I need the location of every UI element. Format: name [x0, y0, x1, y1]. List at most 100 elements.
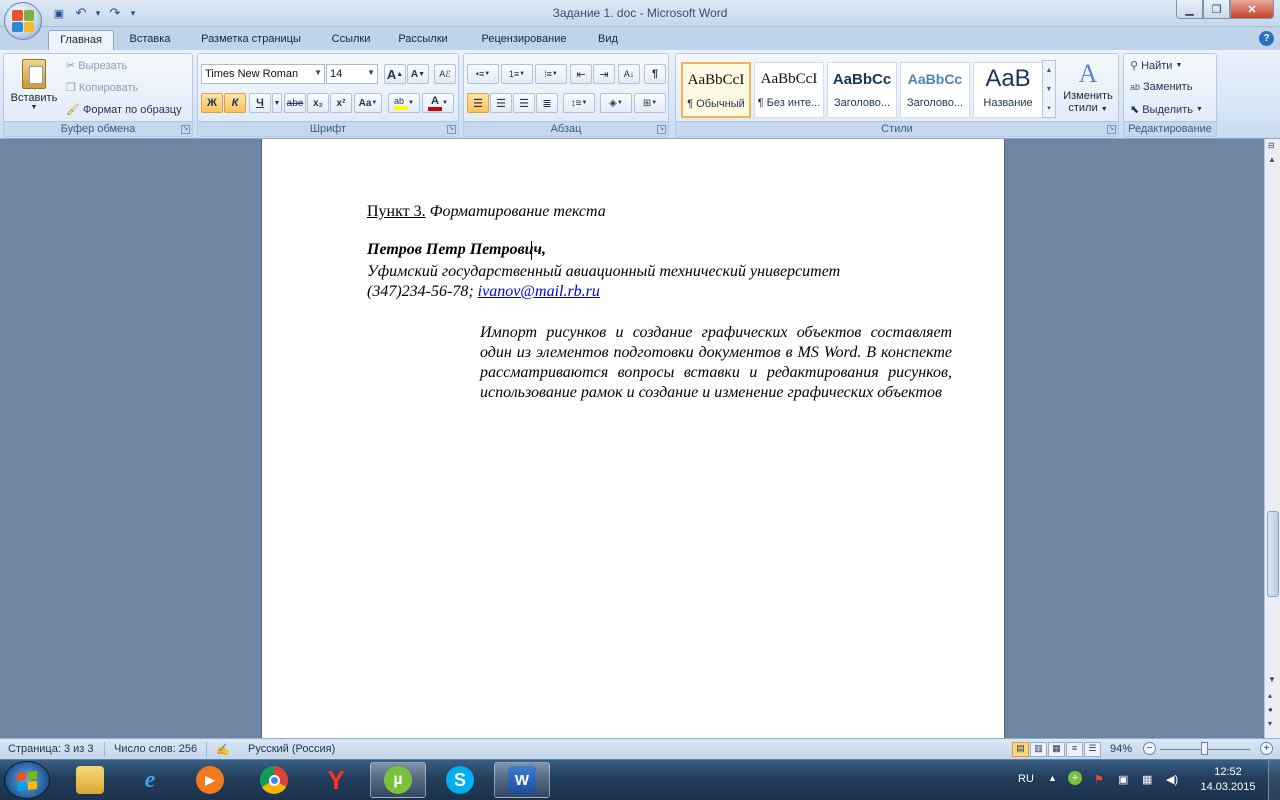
show-hidden-icons-icon[interactable]: ▲: [1048, 773, 1057, 783]
tray-app-icon[interactable]: ▣: [1118, 773, 1128, 786]
copy-button[interactable]: ❐ Копировать: [66, 81, 138, 95]
draft-view-icon[interactable]: ☰: [1084, 742, 1101, 757]
document-area[interactable]: Пункт 3. Форматирование текста Петров Пе…: [0, 139, 1264, 738]
line-spacing-button[interactable]: ↕≡ ▼: [563, 93, 595, 113]
highlight-button[interactable]: ab ▼: [388, 93, 420, 113]
full-screen-reading-view-icon[interactable]: ▥: [1030, 742, 1047, 757]
help-icon[interactable]: ?: [1259, 31, 1274, 46]
replace-button[interactable]: ab Заменить: [1130, 81, 1192, 93]
page-count[interactable]: Страница: 3 из 3: [8, 743, 94, 755]
taskbar-explorer[interactable]: [62, 762, 118, 798]
style-title[interactable]: AaB Название: [973, 62, 1043, 118]
superscript-button[interactable]: x²: [330, 93, 352, 113]
tab-home[interactable]: Главная: [48, 30, 114, 50]
proofing-icon[interactable]: ✍: [216, 743, 230, 756]
align-center-button[interactable]: ☰: [490, 93, 512, 113]
volume-icon[interactable]: ◀): [1166, 773, 1178, 786]
language-indicator[interactable]: RU: [1018, 773, 1034, 785]
select-button[interactable]: ⬉ Выделить ▼: [1130, 103, 1203, 117]
zoom-in-button[interactable]: +: [1260, 742, 1273, 755]
start-button[interactable]: [4, 761, 50, 799]
paragraph-launcher-icon[interactable]: ↘: [657, 125, 666, 134]
next-page-icon[interactable]: ▾: [1268, 719, 1272, 728]
taskbar-word[interactable]: W: [494, 762, 550, 798]
font-launcher-icon[interactable]: ↘: [447, 125, 456, 134]
tab-references[interactable]: Ссылки: [322, 30, 380, 50]
taskbar-skype[interactable]: S: [432, 762, 488, 798]
find-button[interactable]: ⚲ Найти ▼: [1130, 59, 1182, 73]
justify-button[interactable]: ≣: [536, 93, 558, 113]
show-formatting-button[interactable]: ¶: [644, 64, 666, 84]
web-layout-view-icon[interactable]: ▦: [1048, 742, 1065, 757]
document-page[interactable]: Пункт 3. Форматирование текста Петров Пе…: [261, 139, 1005, 738]
taskbar-utorrent[interactable]: µ: [370, 762, 426, 798]
cut-button[interactable]: ✂ Вырезать: [66, 59, 127, 73]
change-case-button[interactable]: Aa ▼: [354, 93, 382, 113]
subscript-button[interactable]: x₂: [307, 93, 329, 113]
taskbar-yandex[interactable]: Y: [308, 762, 364, 798]
zoom-level[interactable]: 94%: [1110, 743, 1132, 755]
styles-launcher-icon[interactable]: ↘: [1107, 125, 1116, 134]
vertical-scrollbar[interactable]: ⊟ ▲ ▼ ▴ ● ▾: [1264, 139, 1280, 738]
language[interactable]: Русский (Россия): [248, 743, 335, 755]
tab-mailings[interactable]: Рассылки: [390, 30, 456, 50]
underline-dropdown-icon[interactable]: ▼: [272, 93, 282, 113]
email-link[interactable]: ivanov@mail.rb.ru: [478, 283, 600, 300]
style-heading-2[interactable]: AaBbCc Заголово...: [900, 62, 970, 118]
change-styles-button[interactable]: A Изменить стили ▼: [1060, 58, 1116, 120]
paste-button[interactable]: Вставить ▼: [8, 57, 60, 119]
system-clock[interactable]: 12:52 14.03.2015: [1196, 765, 1260, 795]
clipboard-launcher-icon[interactable]: ↘: [181, 125, 190, 134]
taskbar-chrome[interactable]: [246, 762, 302, 798]
network-icon[interactable]: ▦: [1142, 773, 1152, 786]
bold-button[interactable]: Ж: [201, 93, 223, 113]
tab-view[interactable]: Вид: [590, 30, 626, 50]
tray-add-icon[interactable]: +: [1068, 771, 1082, 785]
print-layout-view-icon[interactable]: ▤: [1012, 742, 1029, 757]
select-browse-object-icon[interactable]: ●: [1268, 705, 1273, 714]
italic-button[interactable]: К: [224, 93, 246, 113]
tab-insert[interactable]: Вставка: [120, 30, 180, 50]
font-name-combo[interactable]: Times New Roman ▼: [201, 64, 325, 84]
underline-button[interactable]: Ч: [249, 93, 271, 113]
borders-button[interactable]: ⊞ ▼: [634, 93, 666, 113]
font-size-combo[interactable]: 14 ▼: [326, 64, 378, 84]
outline-view-icon[interactable]: ≡: [1066, 742, 1083, 757]
strikethrough-button[interactable]: abe: [284, 93, 306, 113]
zoom-out-button[interactable]: −: [1143, 742, 1156, 755]
show-desktop-button[interactable]: [1268, 760, 1280, 800]
style-normal[interactable]: AaBbCcI ¶ Обычный: [681, 62, 751, 118]
decrease-indent-button[interactable]: ⇤: [570, 64, 592, 84]
numbering-button[interactable]: 1≡ ▼: [501, 64, 533, 84]
word-count[interactable]: Число слов: 256: [114, 743, 197, 755]
previous-page-icon[interactable]: ▴: [1268, 691, 1272, 700]
format-painter-button[interactable]: 🖌 Формат по образцу: [66, 103, 182, 117]
style-heading-1[interactable]: AaBbCc Заголово...: [827, 62, 897, 118]
styles-scroll[interactable]: ▲ ▼ ▾: [1042, 60, 1056, 118]
close-button[interactable]: ✕: [1230, 0, 1274, 19]
scroll-down-icon[interactable]: ▼: [1268, 675, 1276, 684]
align-right-button[interactable]: ☰: [513, 93, 535, 113]
multilevel-list-button[interactable]: ⁞≡ ▼: [535, 64, 567, 84]
increase-indent-button[interactable]: ⇥: [593, 64, 615, 84]
tab-page-layout[interactable]: Разметка страницы: [192, 30, 310, 50]
taskbar-media-player[interactable]: ▶: [182, 762, 238, 798]
sort-button[interactable]: A↓: [618, 64, 640, 84]
style-no-spacing[interactable]: AaBbCcI ¶ Без инте...: [754, 62, 824, 118]
shrink-font-button[interactable]: A ▼: [407, 64, 429, 84]
align-left-button[interactable]: ☰: [467, 93, 489, 113]
scroll-thumb[interactable]: [1267, 511, 1279, 597]
bullets-button[interactable]: •≡ ▼: [467, 64, 499, 84]
scroll-up-icon[interactable]: ▲: [1268, 155, 1276, 164]
office-button[interactable]: [4, 2, 42, 40]
font-color-button[interactable]: A ▼: [422, 93, 454, 113]
ruler-toggle-icon[interactable]: ⊟: [1268, 141, 1275, 150]
tab-review[interactable]: Рецензирование: [470, 30, 578, 50]
shading-button[interactable]: ◈ ▼: [600, 93, 632, 113]
taskbar-internet-explorer[interactable]: e: [122, 762, 178, 798]
maximize-button[interactable]: ❐: [1203, 0, 1230, 19]
grow-font-button[interactable]: A ▲: [384, 64, 406, 84]
zoom-slider-thumb[interactable]: [1201, 742, 1208, 755]
clear-formatting-button[interactable]: Aℰ: [434, 64, 456, 84]
action-center-icon[interactable]: ⚑: [1094, 773, 1104, 786]
